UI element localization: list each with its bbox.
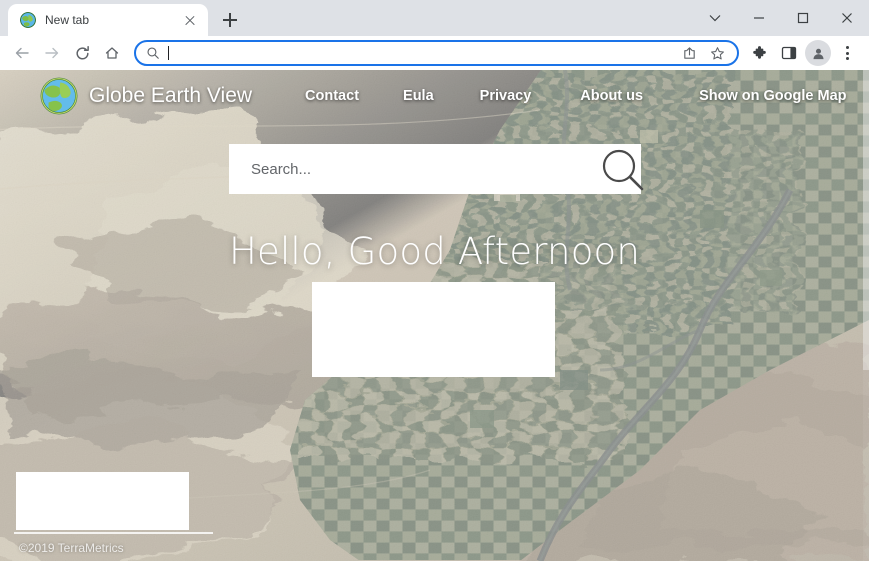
back-icon[interactable] — [8, 39, 36, 67]
content-panel-bottom-left — [16, 472, 189, 530]
tab-strip: New tab — [0, 0, 869, 36]
tab-search-button[interactable] — [693, 2, 737, 34]
nav-link-show-on-google-map[interactable]: Show on Google Map — [699, 88, 846, 104]
reload-icon[interactable] — [68, 39, 96, 67]
imagery-attribution: ©2019 TerraMetrics — [19, 541, 124, 555]
greeting-text: Hello, Good Afternoon — [228, 230, 641, 273]
tab-title: New tab — [45, 13, 90, 27]
page-scrollbar-thumb[interactable] — [863, 70, 869, 370]
magnifier-icon[interactable] — [597, 145, 649, 197]
web-page: Globe Earth View Contact Eula Privacy Ab… — [0, 70, 869, 561]
new-tab-button[interactable] — [216, 6, 244, 34]
site-search: Search... — [229, 144, 644, 194]
close-icon[interactable] — [182, 12, 198, 28]
address-bar[interactable] — [134, 40, 739, 66]
globe-icon — [20, 12, 36, 28]
brand-name: Globe Earth View — [89, 84, 253, 107]
home-icon[interactable] — [98, 39, 126, 67]
nav-link-about-us[interactable]: About us — [580, 88, 643, 104]
window-controls — [693, 0, 869, 36]
close-window-button[interactable] — [825, 2, 869, 34]
content-panel-center — [312, 282, 555, 377]
site-header: Globe Earth View Contact Eula Privacy Ab… — [0, 70, 869, 122]
globe-icon — [40, 77, 78, 115]
browser-menu-icon[interactable] — [833, 39, 861, 67]
browser-toolbar — [0, 36, 869, 70]
browser-window: New tab Globe Earth View Contact Eula Pr… — [0, 0, 869, 561]
address-bar-input[interactable] — [168, 46, 669, 61]
extensions-icon[interactable] — [745, 39, 773, 67]
bookmark-star-icon[interactable] — [705, 41, 729, 65]
profile-avatar[interactable] — [805, 40, 831, 66]
nav-link-eula[interactable]: Eula — [403, 88, 434, 104]
minimize-button[interactable] — [737, 2, 781, 34]
brand-logo-link[interactable]: Globe Earth View — [40, 77, 252, 115]
search-placeholder: Search... — [251, 160, 312, 178]
nav-link-contact[interactable]: Contact — [305, 88, 359, 104]
forward-icon[interactable] — [38, 39, 66, 67]
nav-link-privacy[interactable]: Privacy — [480, 88, 532, 104]
browser-tab[interactable]: New tab — [8, 4, 208, 36]
divider-line — [14, 532, 213, 534]
side-panel-icon[interactable] — [775, 39, 803, 67]
page-scrollbar[interactable] — [863, 70, 869, 561]
search-icon — [146, 46, 160, 60]
site-nav: Contact Eula Privacy About us Show on Go… — [305, 88, 869, 104]
maximize-button[interactable] — [781, 2, 825, 34]
search-input[interactable]: Search... — [229, 144, 641, 194]
share-icon[interactable] — [677, 41, 701, 65]
